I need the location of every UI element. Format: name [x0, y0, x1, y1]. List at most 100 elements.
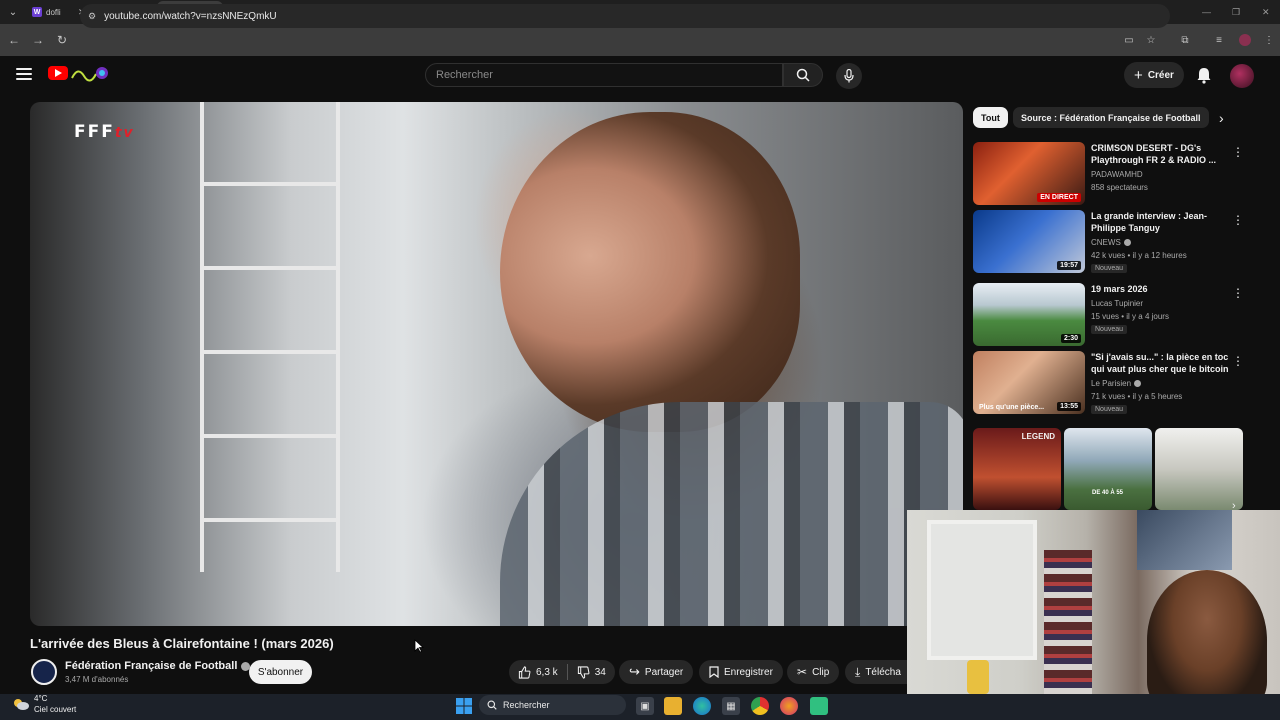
taskbar-search-icon: [487, 700, 497, 710]
video-frame-person: [500, 112, 800, 432]
search-input[interactable]: Rechercher: [425, 63, 783, 87]
back-icon[interactable]: ←: [2, 33, 26, 47]
short-thumbnail[interactable]: [1155, 428, 1243, 510]
recommendation-thumbnail[interactable]: 19:57: [973, 210, 1085, 273]
close-window-icon[interactable]: ✕: [1262, 0, 1270, 24]
dislike-button[interactable]: 34: [568, 660, 615, 684]
store-icon[interactable]: ▦: [722, 697, 740, 715]
maximize-icon[interactable]: ❐: [1232, 0, 1240, 24]
extensions-icon[interactable]: ⧉: [1178, 33, 1192, 47]
minimize-icon[interactable]: —: [1202, 0, 1211, 24]
recommendation-channel[interactable]: CNEWS: [1091, 238, 1131, 247]
recommendation-channel[interactable]: PADAWAMHD: [1091, 170, 1143, 179]
recommendation-item[interactable]: Plus qu'une pièce... 13:55 "Si j'avais su.…: [973, 351, 1244, 415]
weather-description: Ciel couvert: [34, 705, 77, 714]
microphone-icon: [844, 69, 854, 83]
weather-temperature: 4°C: [34, 694, 48, 703]
bookmark-star-icon[interactable]: ☆: [1144, 33, 1158, 47]
verified-icon: [1123, 239, 1131, 246]
recommendation-channel[interactable]: Lucas Tupinier: [1091, 299, 1143, 308]
recommendation-item[interactable]: 19:57 La grande interview : Jean-Philippe…: [973, 210, 1244, 274]
thumbs-up-icon: [518, 665, 531, 679]
reload-icon[interactable]: ↻: [50, 33, 74, 47]
task-view-icon[interactable]: ▣: [636, 697, 654, 715]
chevron-right-icon[interactable]: ›: [1219, 110, 1224, 126]
download-label: Télécha: [865, 666, 901, 678]
menu-icon[interactable]: [16, 68, 32, 80]
file-explorer-icon[interactable]: [664, 697, 682, 715]
chip-source[interactable]: Source : Fédération Française de Footbal…: [1013, 107, 1209, 128]
recommendation-meta: 858 spectateurs: [1091, 183, 1148, 192]
dislike-count: 34: [594, 666, 606, 678]
short-caption: LEGEND: [1021, 432, 1055, 441]
download-button[interactable]: ⤓ Télécha: [845, 660, 907, 684]
recommendation-thumbnail[interactable]: 2:30: [973, 283, 1085, 346]
weather-cloud-icon[interactable]: [12, 697, 30, 711]
more-options-icon[interactable]: ⋮: [1232, 213, 1244, 227]
like-button[interactable]: 6,3 k: [509, 660, 567, 684]
youtube-header: Rechercher + Créer: [0, 56, 1280, 96]
profile-icon[interactable]: [1238, 33, 1252, 47]
chrome-icon[interactable]: [751, 697, 769, 715]
subscribe-button[interactable]: S'abonner: [249, 660, 312, 684]
download-icon: ⤓: [855, 664, 861, 679]
recommendation-item[interactable]: EN DIRECT CRIMSON DESERT - DG's Playthrou…: [973, 142, 1244, 206]
verified-icon: [1134, 380, 1142, 387]
thumbnail-caption: Plus qu'une pièce...: [979, 404, 1045, 411]
more-options-icon[interactable]: ⋮: [1232, 286, 1244, 300]
recommendation-title: La grande interview : Jean-Philippe Tang…: [1091, 211, 1208, 233]
taskbar-search-label: Rechercher: [503, 700, 550, 710]
tab-search-icon[interactable]: ⌄: [0, 0, 26, 24]
thumbs-down-icon: [577, 665, 590, 679]
reading-list-icon[interactable]: ≡: [1212, 33, 1226, 47]
voice-search-button[interactable]: [836, 63, 862, 89]
browser-toolbar: ← → ↻: [0, 24, 1280, 56]
tab-favicon-icon: W: [32, 7, 42, 17]
video-player[interactable]: FFFtv: [30, 102, 963, 626]
search-button[interactable]: [783, 63, 823, 87]
edge-browser-icon[interactable]: [693, 697, 711, 715]
firefox-icon[interactable]: [780, 697, 798, 715]
youtube-logo[interactable]: [48, 66, 68, 80]
doodle-logo[interactable]: [70, 64, 110, 84]
like-count: 6,3 k: [536, 666, 558, 678]
like-dislike-group: 6,3 k 34: [509, 660, 615, 684]
create-button[interactable]: + Créer: [1124, 62, 1184, 88]
webcam-bottle: [967, 660, 989, 694]
recommendation-thumbnail[interactable]: EN DIRECT: [973, 142, 1085, 205]
more-options-icon[interactable]: ⋮: [1232, 145, 1244, 159]
recommendation-title: 19 mars 2026: [1091, 284, 1148, 294]
taskbar-search[interactable]: Rechercher: [479, 695, 626, 715]
search-icon: [796, 68, 810, 82]
share-button[interactable]: ↪ Partager: [619, 660, 694, 684]
chip-all[interactable]: Tout: [973, 107, 1008, 128]
save-button[interactable]: Enregistrer: [699, 660, 783, 684]
live-badge: EN DIRECT: [1037, 193, 1081, 202]
mouse-cursor-icon: [414, 639, 424, 653]
recommendation-thumbnail[interactable]: Plus qu'une pièce... 13:55: [973, 351, 1085, 414]
short-thumbnail[interactable]: DE 40 À 55: [1064, 428, 1152, 510]
clip-button[interactable]: ✂ Clip: [787, 660, 840, 684]
recommendation-title: "Si j'avais su..." : la pièce en toc qui…: [1091, 352, 1229, 374]
windows-start-icon[interactable]: [455, 697, 473, 715]
more-options-icon[interactable]: ⋮: [1232, 354, 1244, 368]
browser-menu-icon[interactable]: ⋮: [1262, 33, 1276, 47]
recommendation-item[interactable]: 2:30 19 mars 2026 Lucas Tupinier 15 vues • …: [973, 283, 1244, 347]
tab-title: dofli: [46, 7, 61, 17]
account-avatar[interactable]: [1230, 64, 1254, 88]
windows-logo: [456, 698, 472, 714]
channel-name: Fédération Française de Football: [65, 660, 238, 672]
channel-name-link[interactable]: Fédération Française de Football: [65, 660, 251, 672]
site-info-icon[interactable]: ⚙: [88, 11, 96, 22]
app-icon[interactable]: [810, 697, 828, 715]
address-bar[interactable]: ⚙ youtube.com/watch?v=nzsNNEzQmkU: [80, 4, 1170, 28]
watermark-suffix: tv: [114, 125, 135, 141]
recommendation-title: CRIMSON DESERT - DG's Playthrough FR 2 &…: [1091, 143, 1217, 165]
duration-badge: 2:30: [1060, 334, 1081, 343]
forward-icon[interactable]: →: [26, 33, 50, 47]
short-thumbnail[interactable]: LEGEND: [973, 428, 1061, 510]
notifications-bell-icon[interactable]: [1195, 66, 1213, 84]
channel-avatar[interactable]: [31, 659, 57, 685]
recommendation-channel[interactable]: Le Parisien: [1091, 379, 1142, 388]
cast-icon[interactable]: ▭: [1122, 33, 1136, 47]
